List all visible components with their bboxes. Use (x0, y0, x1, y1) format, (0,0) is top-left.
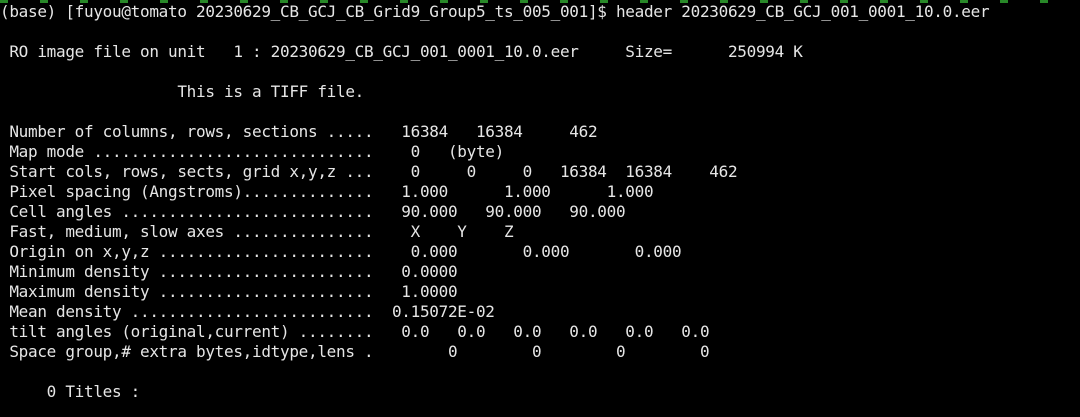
header-line-columns-rows-sections: Number of columns, rows, sections ..... … (0, 122, 598, 141)
ro-image-file-line: RO image file on unit 1 : 20230629_CB_GC… (0, 42, 803, 61)
header-line-axes: Fast, medium, slow axes ............... … (0, 222, 514, 241)
command-prompt-line: (base) [fuyou@tomato 20230629_CB_GCJ_CB_… (0, 2, 990, 21)
header-line-map-mode: Map mode .............................. … (0, 142, 504, 161)
header-line-minimum-density: Minimum density ....................... … (0, 262, 458, 281)
header-line-mean-density: Mean density .......................... … (0, 302, 495, 321)
terminal-window[interactable]: (base) [fuyou@tomato 20230629_CB_GCJ_CB_… (0, 0, 1080, 417)
header-line-pixel-spacing: Pixel spacing (Angstroms).............. … (0, 182, 654, 201)
header-line-tilt-angles: tilt angles (original,current) ........ … (0, 322, 710, 341)
header-line-start-cols: Start cols, rows, sects, grid x,y,z ... … (0, 162, 738, 181)
tiff-notice-line: This is a TIFF file. (0, 82, 364, 101)
header-line-cell-angles: Cell angles ........................... … (0, 202, 626, 221)
titles-line: 0 Titles : (0, 382, 141, 401)
header-line-origin: Origin on x,y,z ....................... … (0, 242, 682, 261)
header-line-space-group: Space group,# extra bytes,idtype,lens . … (0, 342, 710, 361)
header-line-maximum-density: Maximum density ....................... … (0, 282, 458, 301)
